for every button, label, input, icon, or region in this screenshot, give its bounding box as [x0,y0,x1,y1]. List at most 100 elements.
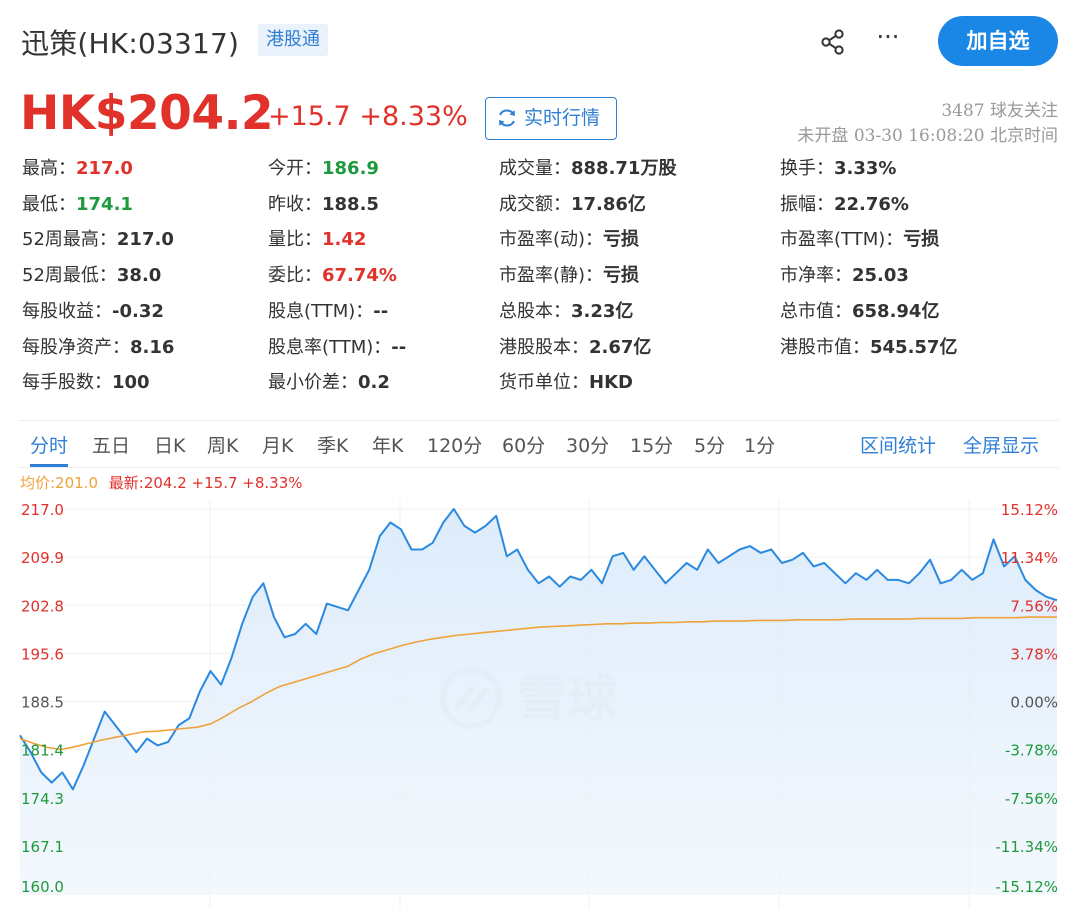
quote-stat-label: 每股收益： [22,301,112,322]
quote-stat: 昨收：188.5 [268,190,379,216]
tab-period[interactable]: 日K [154,431,185,458]
quote-stat-value: 186.9 [322,158,379,179]
price-change: +15.7 +8.33% [268,101,468,132]
quote-stat-label: 52周最高： [22,229,117,250]
quote-stat: 货币单位：HKD [499,368,633,394]
quote-stat: 市净率：25.03 [780,261,909,287]
quote-stat: 股息(TTM)：-- [268,297,388,323]
quote-stat: 市盈率(TTM)：亏损 [780,225,939,251]
quote-stat-label: 货币单位： [499,372,589,393]
quote-stat-label: 每手股数： [22,372,112,393]
current-price: HK$204.2 [20,86,274,141]
quote-stat-label: 市盈率(静)： [499,265,604,286]
quote-stat-label: 委比： [268,265,322,286]
quote-stat-value: 3.23亿 [571,301,634,322]
tab-period[interactable]: 60分 [502,431,545,458]
tab-period[interactable]: 15分 [630,431,673,458]
y-tick-label-left: 202.8 [21,597,64,615]
quote-stat-value: 658.94亿 [852,301,940,322]
quote-stat: 委比：67.74% [268,261,397,287]
quote-stat: 最高：217.0 [22,154,133,180]
quote-stat: 每手股数：100 [22,368,150,394]
share-icon[interactable] [819,28,847,56]
realtime-quote-label: 实时行情 [524,107,601,129]
quote-stat-label: 今开： [268,158,322,179]
quote-stat-value: 25.03 [852,265,909,286]
quote-stat-value: 2.67亿 [589,337,652,358]
tab-period[interactable]: 季K [317,431,348,458]
avg-price-legend: 均价:201.0 [20,474,98,492]
chart-period-tabs: 分时 五日 日K 周K 月K 季K 年K 120分 60分 30分 15分 5分 1分 区间统计 全屏显… [19,420,1059,468]
quote-stat: 市盈率(动)：亏损 [499,225,639,251]
y-tick-label-left: 188.5 [21,694,64,712]
quote-stat-label: 52周最低： [22,265,117,286]
quote-stat-label: 量比： [268,229,322,250]
tab-period[interactable]: 分时 [30,431,69,467]
realtime-quote-button[interactable]: 实时行情 [485,97,617,140]
quote-stat-value: 8.16 [130,337,175,358]
quote-stat-value: 22.76% [834,194,909,215]
y-tick-label-left: 181.4 [21,742,64,760]
follower-count: 3487 球友关注 [941,101,1058,121]
quote-stat-label: 总市值： [780,301,852,322]
quote-stat-label: 最小价差： [268,372,358,393]
tab-period[interactable]: 周K [207,431,238,458]
y-tick-label-left: 174.3 [21,790,64,808]
market-status: 未开盘 03-30 16:08:20 北京时间 [797,126,1058,146]
quote-stat-label: 最低： [22,194,76,215]
tab-period[interactable]: 1分 [744,431,775,458]
quote-stat-value: -- [391,337,407,358]
quote-stat-value: 3.33% [834,158,897,179]
add-watchlist-button[interactable]: 加自选 [938,16,1058,66]
intraday-chart-svg[interactable]: 雪球217.015.12%209.911.34%202.87.56%195.63… [19,500,1060,908]
quote-stat-value: 17.86亿 [571,194,646,215]
quote-stat-value: -0.32 [112,301,164,322]
fullscreen-link[interactable]: 全屏显示 [963,431,1039,458]
quote-stat: 今开：186.9 [268,154,379,180]
y-tick-label-right: -11.34% [995,838,1058,856]
y-tick-label-right: -15.12% [995,878,1058,896]
hk-connect-badge[interactable]: 港股通 [258,24,328,56]
quote-stat-value: -- [373,301,389,322]
quote-stat: 每股净资产：8.16 [22,333,174,359]
y-tick-label-left: 195.6 [21,645,64,663]
y-tick-label-right: 11.34% [1001,549,1058,567]
quote-stat-label: 股息(TTM)： [268,301,374,322]
quote-stat: 52周最高：217.0 [22,225,174,251]
tab-period[interactable]: 年K [372,431,403,458]
quote-stat-value: 67.74% [322,265,397,286]
quote-stat: 市盈率(静)：亏损 [499,261,639,287]
tab-period[interactable]: 30分 [566,431,609,458]
y-tick-label-left: 160.0 [21,878,64,896]
stock-header: 迅策(HK:03317) 港股通 ··· 加自选 [0,0,1080,78]
chart-legend: 均价:201.0 最新:204.2 +15.7 +8.33% [20,472,303,493]
y-tick-label-left: 209.9 [21,549,64,567]
tab-period[interactable]: 月K [262,431,293,458]
quote-stat-value: 38.0 [116,265,162,286]
interval-stats-link[interactable]: 区间统计 [860,431,936,458]
latest-price-legend: 最新:204.2 +15.7 +8.33% [108,474,303,492]
quote-stat-label: 总股本： [499,301,571,322]
quote-stat-label: 港股股本： [499,337,589,358]
quote-stat-label: 昨收： [268,194,322,215]
y-tick-label-right: 15.12% [1001,501,1058,519]
tab-period[interactable]: 120分 [427,431,482,458]
y-tick-label-left: 217.0 [21,501,64,519]
y-tick-label-right: 3.78% [1010,645,1058,663]
tab-period[interactable]: 五日 [92,431,130,458]
more-icon[interactable]: ··· [874,25,902,54]
y-tick-label-right: 0.00% [1010,694,1058,712]
quote-stat-value: 174.1 [76,194,133,215]
quote-stat-value: 亏损 [603,265,640,286]
intraday-chart[interactable]: 雪球217.015.12%209.911.34%202.87.56%195.63… [19,500,1060,908]
refresh-icon [499,109,515,127]
y-tick-label-right: -7.56% [1005,790,1058,808]
quote-stat-label: 港股市值： [780,337,870,358]
quote-stat-label: 市盈率(动)： [499,229,604,250]
tab-period[interactable]: 5分 [694,431,725,458]
quote-stat-value: HKD [589,372,633,393]
y-tick-label-left: 167.1 [21,838,64,856]
stock-title: 迅策(HK:03317) [21,27,240,60]
y-tick-label-right: 7.56% [1010,597,1058,615]
quote-stat-label: 换手： [780,158,834,179]
